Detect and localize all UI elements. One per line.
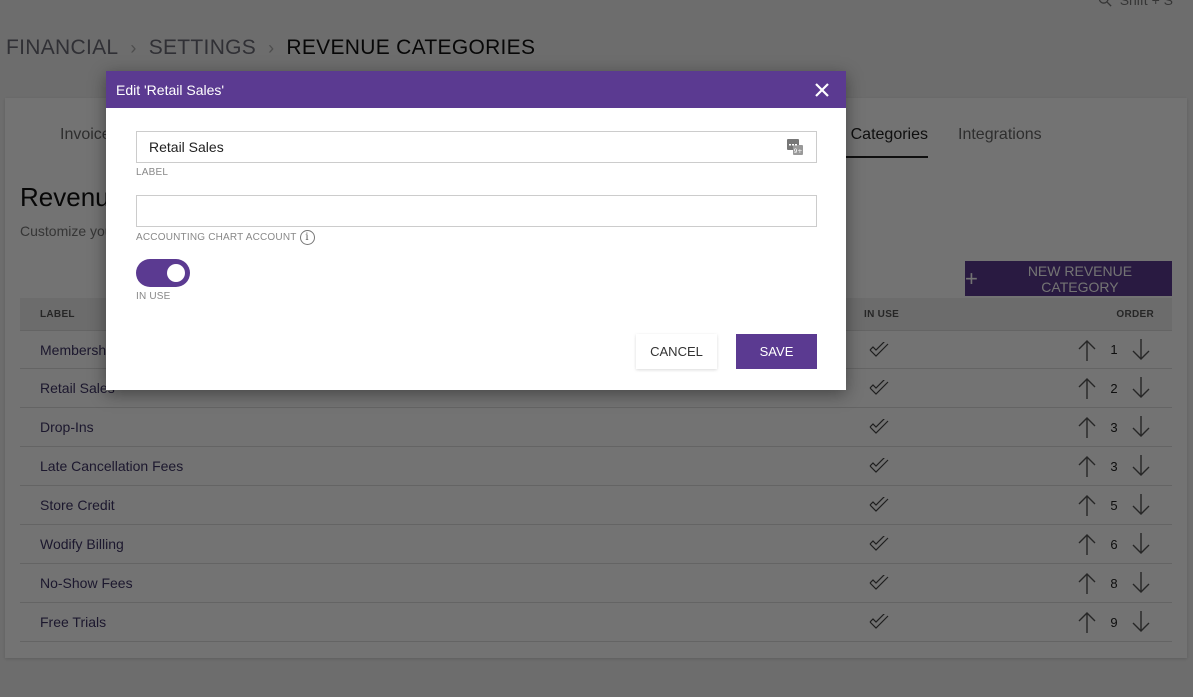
translate-icon[interactable]: 9+ xyxy=(786,138,804,156)
info-icon[interactable]: i xyxy=(299,230,315,245)
accounting-caption-text: ACCOUNTING CHART ACCOUNT xyxy=(136,232,297,243)
dialog-header: Edit 'Retail Sales' xyxy=(106,71,846,108)
label-field[interactable]: 9+ xyxy=(136,131,817,163)
accounting-field-caption: ACCOUNTING CHART ACCOUNT i xyxy=(136,230,315,245)
label-caption-text: LABEL xyxy=(136,167,169,178)
close-icon xyxy=(815,82,829,97)
svg-text:9+: 9+ xyxy=(794,148,803,155)
cancel-button[interactable]: CANCEL xyxy=(636,334,717,369)
dialog-title: Edit 'Retail Sales' xyxy=(116,81,225,98)
toggle-knob xyxy=(167,264,185,282)
in-use-caption: IN USE xyxy=(136,291,171,302)
label-field-caption: LABEL xyxy=(136,167,168,178)
accounting-chart-account-input[interactable] xyxy=(149,203,804,219)
label-input[interactable] xyxy=(149,139,804,155)
accounting-chart-account-field[interactable] xyxy=(136,195,817,227)
edit-category-dialog: Edit 'Retail Sales' 9+ LABEL ACCOUNTING … xyxy=(106,71,846,390)
in-use-caption-text: IN USE xyxy=(136,291,171,302)
save-button[interactable]: SAVE xyxy=(736,334,817,369)
in-use-toggle[interactable] xyxy=(136,259,190,287)
close-button[interactable] xyxy=(810,78,834,102)
